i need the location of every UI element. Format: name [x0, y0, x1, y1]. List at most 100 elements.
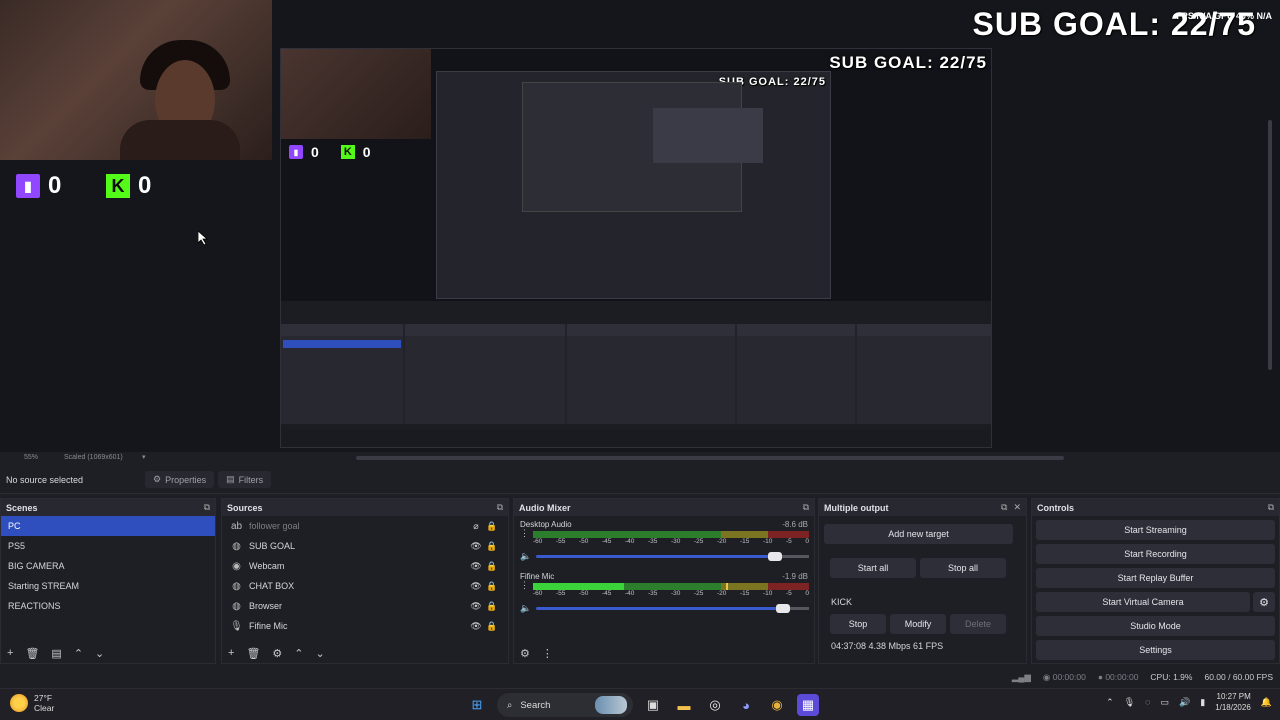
undock-icon[interactable]: ⧉ — [1268, 502, 1274, 513]
lock-icon[interactable]: 🔒 — [484, 581, 500, 592]
source-item[interactable]: 🎙 Fifine Mic 👁 🔒 — [222, 616, 508, 636]
undock-icon[interactable]: ⧉ — [803, 502, 809, 513]
meter-tick: -30 — [671, 590, 681, 597]
channel-menu-icon[interactable]: ⋮ — [520, 529, 529, 538]
mic-icon[interactable]: 🎙 — [1124, 697, 1135, 708]
scene-item[interactable]: PC — [1, 516, 215, 536]
lock-icon[interactable]: 🔒 — [484, 521, 500, 532]
eye-hidden-icon[interactable]: ⌀ — [468, 521, 484, 532]
mixer-menu-icon[interactable]: ⋮ — [542, 647, 553, 660]
volume-slider[interactable] — [536, 551, 809, 561]
eye-icon[interactable]: 👁 — [468, 541, 484, 552]
scale-dropdown-icon[interactable]: ▾ — [142, 453, 146, 461]
channel-menu-icon[interactable]: ⋮ — [520, 581, 529, 590]
start-streaming-button[interactable]: Start Streaming — [1036, 520, 1275, 540]
eye-icon[interactable]: 👁 — [468, 601, 484, 612]
meter-tick: -20 — [717, 590, 727, 597]
volume-icon[interactable]: 🔊 — [1179, 697, 1190, 708]
monitor-icon[interactable]: ▭ — [1161, 697, 1170, 708]
start-all-button[interactable]: Start all — [830, 558, 916, 578]
globe-icon: ◍ — [232, 580, 241, 592]
chevron-up-icon[interactable]: ⌃ — [1106, 697, 1114, 708]
wifi-icon[interactable]: ◌ — [1145, 697, 1150, 707]
preview-scrollbar-h[interactable] — [356, 456, 1064, 460]
filters-button[interactable]: ▤ Filters — [218, 471, 272, 488]
start-replay-buffer-button[interactable]: Start Replay Buffer — [1036, 568, 1275, 588]
add-icon[interactable]: + — [7, 647, 13, 659]
close-icon[interactable]: ✕ — [1013, 502, 1021, 513]
virtual-camera-settings-icon[interactable]: ⚙ — [1253, 592, 1275, 612]
target-stop-button[interactable]: Stop — [830, 614, 886, 634]
program-preview[interactable]: ▮ 0 K 0 SUB GOAL: 22/75 FPS N/A GPU 40% … — [0, 0, 1280, 452]
speaker-icon[interactable]: 🔈 — [520, 603, 531, 614]
add-icon[interactable]: + — [228, 647, 234, 659]
trash-icon[interactable]: 🗑 — [25, 647, 39, 660]
start-virtual-camera-button[interactable]: Start Virtual Camera — [1036, 592, 1250, 612]
mixer-settings-icon[interactable]: ⚙ — [520, 647, 530, 660]
file-explorer-icon[interactable]: ▬ — [673, 694, 695, 716]
undock-icon[interactable]: ⧉ — [497, 502, 503, 513]
properties-button[interactable]: ⚙ Properties — [145, 471, 215, 488]
clock[interactable]: 10:27 PM 1/18/2026 — [1215, 691, 1251, 713]
nested-obs-panels — [281, 324, 991, 424]
weather-widget[interactable]: 27°F Clear — [10, 693, 54, 713]
gear-icon[interactable]: ⚙ — [272, 647, 282, 660]
obs-icon[interactable]: ◎ — [704, 694, 726, 716]
task-view-icon[interactable]: ▣ — [642, 694, 664, 716]
move-down-icon[interactable]: ⌄ — [316, 647, 325, 660]
nested-sub-goal: SUB GOAL: 22/75 — [829, 53, 987, 72]
stop-all-button[interactable]: Stop all — [920, 558, 1006, 578]
move-down-icon[interactable]: ⌄ — [95, 647, 104, 660]
discord-icon[interactable]: ◕ — [735, 694, 757, 716]
chrome-icon[interactable]: ◉ — [766, 694, 788, 716]
lock-icon[interactable]: 🔒 — [484, 621, 500, 632]
settings-button[interactable]: Settings — [1036, 640, 1275, 660]
filter-icon[interactable]: ▤ — [51, 647, 61, 660]
stats-overlay: FPS N/A GPU 40% N/A — [1176, 11, 1272, 21]
lock-icon[interactable]: 🔒 — [484, 601, 500, 612]
sources-dock: Sources ⧉ ab follower goal ⌀ 🔒 ◍ SUB GOAL 👁 🔒 ◉ We… — [221, 498, 509, 664]
volume-slider[interactable] — [536, 603, 809, 613]
preview-status: 55% Scaled (1069x601) ▾ — [0, 452, 1280, 464]
trash-icon[interactable]: 🗑 — [246, 647, 260, 660]
scene-item[interactable]: Starting STREAM — [1, 576, 215, 596]
source-item[interactable]: ◍ Browser 👁 🔒 — [222, 596, 508, 616]
preview-scrollbar-v[interactable] — [1268, 120, 1272, 370]
scene-item[interactable]: BIG CAMERA — [1, 556, 215, 576]
undock-icon[interactable]: ⧉ — [1001, 502, 1007, 513]
eye-icon[interactable]: 👁 — [468, 621, 484, 632]
mixer-channel: Desktop Audio -8.6 dB ⋮ -60 -55 -50 -45 -40 -35-… — [514, 516, 814, 568]
source-item[interactable]: ab follower goal ⌀ 🔒 — [222, 516, 508, 536]
search-highlight-image — [595, 696, 627, 714]
add-target-button[interactable]: Add new target — [824, 524, 1013, 544]
target-delete-button[interactable]: Delete — [950, 614, 1006, 634]
source-item[interactable]: ◉ Webcam 👁 🔒 — [222, 556, 508, 576]
undock-icon[interactable]: ⧉ — [204, 502, 210, 513]
meter-tick: -25 — [694, 538, 704, 545]
eye-icon[interactable]: 👁 — [468, 561, 484, 572]
speaker-icon[interactable]: 🔈 — [520, 551, 531, 562]
taskbar-search[interactable]: ⌕ Search — [497, 693, 633, 717]
record-status-icon: ● — [1097, 672, 1103, 682]
source-item[interactable]: ◍ SUB GOAL 👁 🔒 — [222, 536, 508, 556]
app-grid-icon[interactable]: ▦ — [797, 694, 819, 716]
notification-bell-icon[interactable]: 🔔 — [1261, 697, 1272, 708]
source-item[interactable]: ◍ CHAT BOX 👁 🔒 — [222, 576, 508, 596]
move-up-icon[interactable]: ⌃ — [294, 647, 303, 660]
scene-item[interactable]: PS5 — [1, 536, 215, 556]
scene-item[interactable]: REACTIONS — [1, 596, 215, 616]
meter-tick: -55 — [556, 590, 566, 597]
mixer-channel: Fifine Mic -1.9 dB ⋮ -60 -55 -50 -45 -40 -35 -30-… — [514, 568, 814, 620]
start-recording-button[interactable]: Start Recording — [1036, 544, 1275, 564]
battery-icon[interactable]: ▮ — [1200, 697, 1205, 708]
studio-mode-button[interactable]: Studio Mode — [1036, 616, 1275, 636]
windows-start-icon[interactable]: ⊞ — [466, 694, 488, 716]
twitch-counter: ▮ 0 — [16, 172, 61, 200]
meter-tick: -15 — [740, 538, 750, 545]
channel-name: Fifine Mic — [520, 572, 555, 581]
target-modify-button[interactable]: Modify — [890, 614, 946, 634]
lock-icon[interactable]: 🔒 — [484, 561, 500, 572]
eye-icon[interactable]: 👁 — [468, 581, 484, 592]
lock-icon[interactable]: 🔒 — [484, 541, 500, 552]
move-up-icon[interactable]: ⌃ — [74, 647, 83, 660]
